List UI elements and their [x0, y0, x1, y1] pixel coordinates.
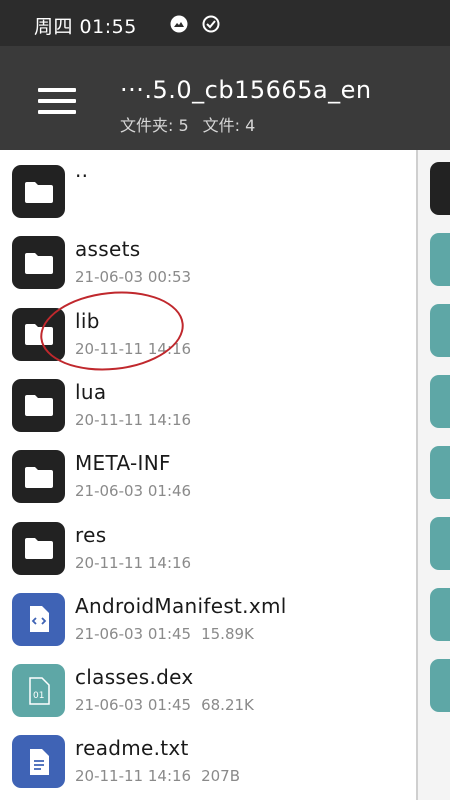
text-file-icon — [12, 735, 65, 789]
right-pane — [418, 150, 450, 800]
file-name: assets — [75, 237, 141, 262]
folder-icon — [12, 307, 65, 361]
dex-file-icon: 01 — [12, 664, 65, 718]
folders-count: 文件夹: 5 — [120, 116, 189, 135]
xml-file-icon — [12, 592, 65, 646]
file-name: lib — [75, 308, 100, 333]
files-count: 文件: 4 — [202, 116, 256, 135]
file-row[interactable]: res 20-11-11 14:16 — [0, 507, 416, 578]
folder-icon — [12, 450, 65, 504]
file-icon[interactable] — [430, 517, 450, 570]
file-meta: 20-11-11 14:16 207B — [75, 767, 240, 785]
file-meta: 21-06-03 01:45 68.21K — [75, 696, 254, 714]
photo-notification-icon — [170, 15, 188, 33]
file-date: 20-11-11 14:16 — [75, 767, 192, 786]
file-row[interactable]: lua 20-11-11 14:16 — [0, 364, 416, 435]
file-icon[interactable] — [430, 659, 450, 712]
file-meta: 20-11-11 14:16 — [75, 554, 191, 572]
file-list: .. assets 21-06-03 00:53 lib 20-11-11 14:16 l… — [0, 150, 416, 800]
status-time: 周四 01:55 — [34, 16, 137, 38]
file-name: .. — [75, 158, 89, 182]
folder-icon — [12, 236, 65, 290]
file-meta: 21-06-03 01:46 — [75, 482, 191, 500]
file-row[interactable]: META-INF 21-06-03 01:46 — [0, 435, 416, 506]
file-name: classes.dex — [75, 665, 194, 690]
file-name: META-INF — [75, 451, 171, 476]
file-meta: 20-11-11 14:16 — [75, 411, 191, 429]
hamburger-menu-icon[interactable] — [38, 88, 76, 114]
file-name: readme.txt — [75, 736, 189, 761]
file-row[interactable]: lib 20-11-11 14:16 — [0, 293, 416, 364]
file-row[interactable]: 01 classes.dex 21-06-03 01:45 68.21K — [0, 649, 416, 720]
folder-icon — [12, 165, 65, 218]
file-meta: 21-06-03 00:53 — [75, 268, 191, 286]
file-row[interactable]: assets 21-06-03 00:53 — [0, 221, 416, 292]
file-size: 68.21K — [201, 696, 254, 715]
file-icon[interactable] — [430, 446, 450, 499]
file-row[interactable]: readme.txt 20-11-11 14:16 207B — [0, 720, 416, 791]
folder-summary: 文件夹: 5 文件: 4 — [120, 112, 255, 136]
file-name: AndroidManifest.xml — [75, 593, 287, 618]
file-date: 20-11-11 14:16 — [75, 553, 192, 572]
file-date: 21-06-03 00:53 — [75, 268, 192, 287]
folder-icon — [12, 521, 65, 575]
file-icon[interactable] — [430, 233, 450, 286]
file-date: 20-11-11 14:16 — [75, 410, 192, 429]
file-name: lua — [75, 379, 107, 404]
file-row[interactable]: .. — [0, 150, 416, 221]
svg-text:01: 01 — [33, 691, 44, 701]
file-date: 20-11-11 14:16 — [75, 339, 192, 358]
folder-title: ···.5.0_cb15665a_en — [120, 76, 372, 104]
file-date: 21-06-03 01:45 — [75, 624, 192, 643]
file-row[interactable]: AndroidManifest.xml 21-06-03 01:45 15.89K — [0, 578, 416, 649]
file-meta: 20-11-11 14:16 — [75, 340, 191, 358]
folder-icon — [12, 378, 65, 432]
file-date: 21-06-03 01:45 — [75, 696, 192, 715]
folder-icon[interactable] — [430, 162, 450, 215]
file-name: res — [75, 522, 107, 547]
file-size: 207B — [201, 767, 241, 786]
check-circle-icon — [202, 15, 220, 33]
status-bar: 周四 01:55 — [0, 0, 450, 46]
file-icon[interactable] — [430, 588, 450, 641]
file-icon[interactable] — [430, 375, 450, 428]
file-meta: 21-06-03 01:45 15.89K — [75, 625, 254, 643]
file-size: 15.89K — [201, 624, 254, 643]
file-date: 21-06-03 01:46 — [75, 482, 192, 501]
app-bar: ···.5.0_cb15665a_en 文件夹: 5 文件: 4 — [0, 46, 450, 150]
file-icon[interactable] — [430, 304, 450, 357]
